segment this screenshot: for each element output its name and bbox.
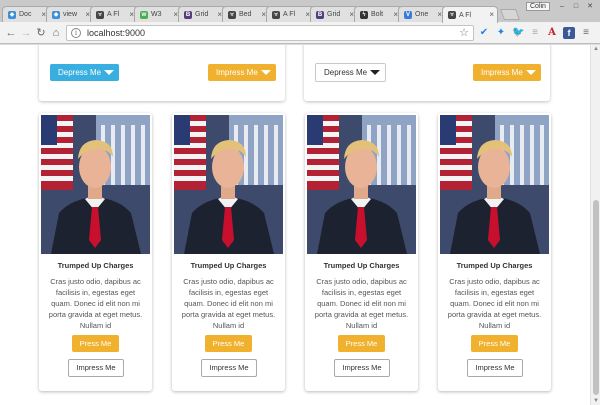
browser-tab[interactable]: ☣ A Fl × (266, 6, 314, 22)
minimize-icon[interactable]: – (556, 2, 568, 11)
impress-me-button[interactable]: Impress Me (334, 359, 390, 377)
browser-toolbar: ← → ↻ ⌂ i localhost:9000 ☆ ✔ ✦ 🐦 ≡ A f ≡ (0, 22, 600, 44)
forward-icon[interactable]: → (19, 26, 33, 40)
caret-down-icon (260, 70, 271, 75)
browser-tab[interactable]: V One × (398, 6, 446, 22)
card: Trumped Up Charges Cras justo odio, dapi… (172, 113, 285, 391)
portrait-photo (41, 115, 150, 254)
vertical-scrollbar[interactable]: ▲ ▼ (590, 45, 600, 405)
press-me-button[interactable]: Press Me (205, 335, 252, 352)
page-viewport: Depress Me Impress Me Depress Me Impress… (0, 45, 590, 405)
scroll-down-icon[interactable]: ▼ (593, 398, 599, 404)
facebook-icon[interactable]: f (563, 27, 575, 39)
impress-dropdown-button[interactable]: Impress Me (473, 64, 541, 81)
browser-tab[interactable]: ◆ view × (46, 6, 94, 22)
address-bar[interactable]: i localhost:9000 ☆ (66, 25, 474, 41)
biohazard-icon: ☣ (96, 10, 104, 19)
card-text: Cras justo odio, dapibus ac facilisis in… (181, 277, 276, 330)
browser-tab[interactable]: ☣ A Fl × (90, 6, 138, 22)
browser-tab[interactable]: ☣ Bed × (222, 6, 270, 22)
impress-me-button[interactable]: Impress Me (201, 359, 257, 377)
press-me-button[interactable]: Press Me (338, 335, 385, 352)
bootstrap-icon: B (184, 10, 192, 19)
card-title: Trumped Up Charges (190, 261, 267, 270)
impress-dropdown-button[interactable]: Impress Me (208, 64, 276, 81)
impress-me-button[interactable]: Impress Me (467, 359, 523, 377)
biohazard-icon: ☣ (448, 11, 456, 19)
w3-icon: w (140, 10, 148, 19)
card-text: Cras justo odio, dapibus ac facilisis in… (314, 277, 409, 330)
portrait-image (440, 115, 549, 254)
bootstrap-icon: B (316, 10, 324, 19)
card-text: Cras justo odio, dapibus ac facilisis in… (447, 277, 542, 330)
browser-tab[interactable]: B Grid × (310, 6, 358, 22)
tab-strip: ◆ Doc × ◆ view × ☣ A Fl × w W3 × B Grid × ☣ Bed × ☣ A… (0, 0, 600, 23)
home-icon[interactable]: ⌂ (49, 26, 63, 40)
card: Trumped Up Charges Cras justo odio, dapi… (39, 113, 152, 391)
browser-tab[interactable]: ϟ Bolt × (354, 6, 402, 22)
button-panel: Depress Me Impress Me (304, 45, 550, 101)
portrait-image (307, 115, 416, 254)
card-title: Trumped Up Charges (57, 261, 134, 270)
browser-chrome: ◆ Doc × ◆ view × ☣ A Fl × w W3 × B Grid × ☣ Bed × ☣ A… (0, 0, 600, 44)
biohazard-icon: ☣ (228, 10, 236, 19)
depress-dropdown-button[interactable]: Depress Me (50, 64, 120, 81)
scroll-up-icon[interactable]: ▲ (593, 46, 599, 52)
bolt-icon: ϟ (360, 10, 368, 19)
font-icon[interactable]: A (546, 27, 558, 39)
info-icon[interactable]: i (71, 28, 81, 38)
close-window-icon[interactable]: ✕ (584, 2, 596, 11)
menu-icon[interactable]: ≡ (580, 27, 592, 39)
diamond-icon: ◆ (8, 10, 16, 19)
card: Trumped Up Charges Cras justo odio, dapi… (305, 113, 418, 391)
browser-tab[interactable]: ◆ Doc × (2, 6, 50, 22)
portrait-image (174, 115, 283, 254)
star-icon[interactable]: ☆ (459, 26, 469, 39)
card: Trumped Up Charges Cras justo odio, dapi… (438, 113, 551, 391)
diamond-icon: ◆ (52, 10, 60, 19)
scroll-thumb[interactable] (593, 200, 599, 395)
portrait-photo (174, 115, 283, 254)
back-icon[interactable]: ← (4, 26, 18, 40)
card-title: Trumped Up Charges (456, 261, 533, 270)
browser-tab[interactable]: B Grid × (178, 6, 226, 22)
button-panel: Depress Me Impress Me (39, 45, 285, 101)
caret-down-icon (370, 70, 381, 75)
browser-tab-active[interactable]: ☣ A Fl × (442, 6, 498, 23)
extension-icon[interactable]: ✔ (478, 27, 490, 39)
card-text: Cras justo odio, dapibus ac facilisis in… (48, 277, 143, 330)
extension-icon[interactable]: ≡ (529, 27, 541, 39)
portrait-photo (440, 115, 549, 254)
press-me-button[interactable]: Press Me (471, 335, 518, 352)
portrait-image (41, 115, 150, 254)
twitter-icon[interactable]: 🐦 (512, 27, 524, 39)
close-icon[interactable]: × (489, 10, 494, 19)
biohazard-icon: ☣ (272, 10, 280, 19)
depress-dropdown-button[interactable]: Depress Me (315, 63, 387, 82)
new-tab-button[interactable] (499, 9, 521, 20)
extension-icon[interactable]: ✦ (495, 27, 507, 39)
press-me-button[interactable]: Press Me (72, 335, 119, 352)
browser-tab[interactable]: w W3 × (134, 6, 182, 22)
impress-me-button[interactable]: Impress Me (68, 359, 124, 377)
profile-button[interactable]: Colin (526, 2, 550, 11)
url-text: localhost:9000 (87, 28, 146, 38)
portrait-photo (307, 115, 416, 254)
maximize-icon[interactable]: □ (570, 2, 582, 11)
caret-down-icon (104, 70, 115, 75)
caret-down-icon (525, 70, 536, 75)
card-title: Trumped Up Charges (323, 261, 400, 270)
reload-icon[interactable]: ↻ (34, 26, 48, 40)
v-icon: V (404, 10, 412, 19)
